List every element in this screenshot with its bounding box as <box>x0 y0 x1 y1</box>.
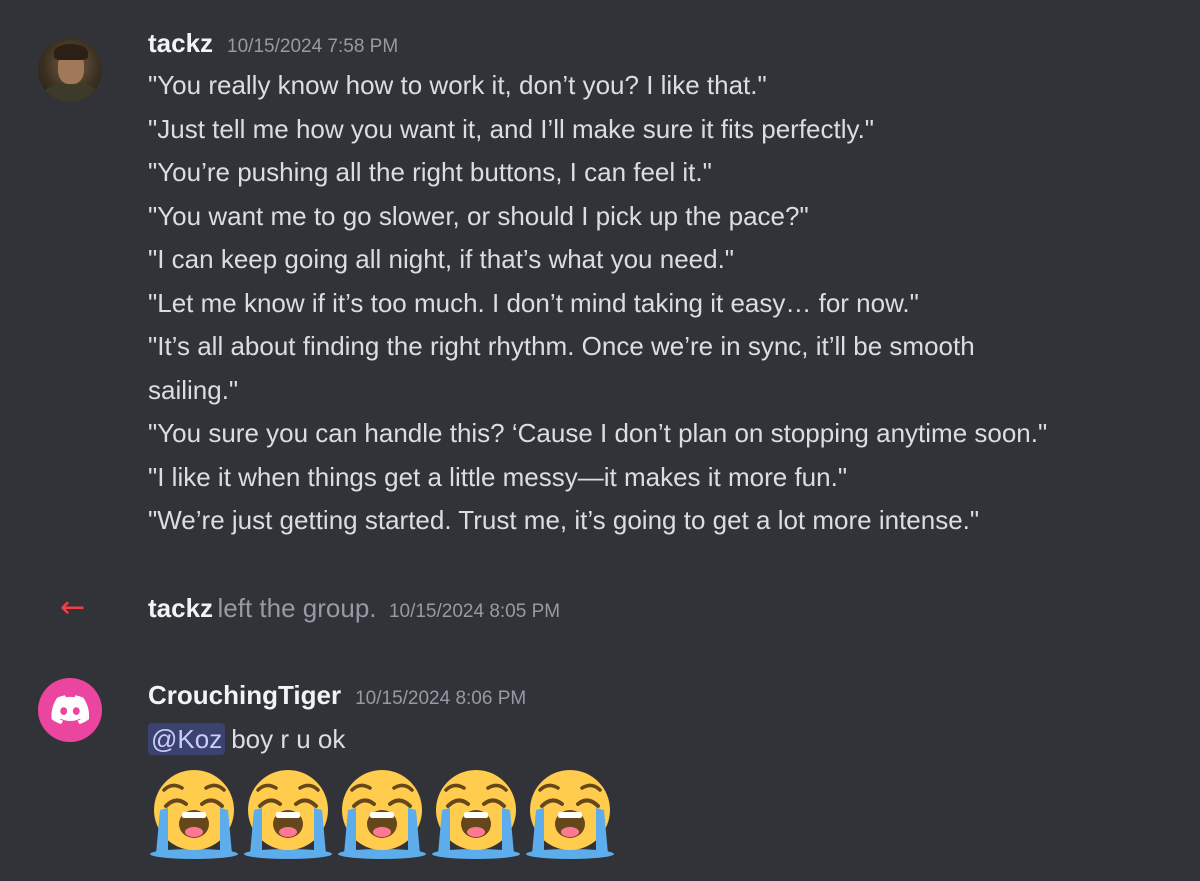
message-content: "You really know how to work it, don’t y… <box>148 64 1178 543</box>
username[interactable]: CrouchingTiger <box>148 680 341 711</box>
message-content: @Koz boy r u ok <box>148 718 345 760</box>
avatar-shoulders <box>42 82 100 102</box>
discord-logo-avatar[interactable] <box>38 678 102 742</box>
system-username[interactable]: tackz <box>148 593 213 623</box>
emoji-row <box>148 766 616 860</box>
loudly-crying-face-icon[interactable] <box>242 766 334 860</box>
system-timestamp[interactable]: 10/15/2024 8:05 PM <box>389 601 560 622</box>
message-line: "You sure you can handle this? ‘Cause I … <box>148 418 1048 448</box>
message-line: "Let me know if it’s too much. I don’t m… <box>148 287 919 318</box>
message-line: "I can keep going all night, if that’s w… <box>148 244 735 274</box>
arrow-left-icon: ← <box>60 590 86 625</box>
message-timestamp[interactable]: 10/15/2024 8:06 PM <box>355 688 526 710</box>
message-line: "You want me to go slower, or should I p… <box>148 200 809 231</box>
message-timestamp[interactable]: 10/15/2024 7:58 PM <box>227 36 398 58</box>
loudly-crying-face-icon[interactable] <box>430 766 522 860</box>
avatar-hair <box>54 44 88 60</box>
system-message-body: left the group. <box>217 593 377 623</box>
message-text: boy r u ok <box>231 724 346 754</box>
message-line: "You really know how to work it, don’t y… <box>148 70 767 100</box>
system-message-text: tackz left the group. 10/15/2024 8:05 PM <box>148 590 560 631</box>
message-line: "Just tell me how you want it, and I’ll … <box>148 113 875 144</box>
loudly-crying-face-icon[interactable] <box>336 766 428 860</box>
username[interactable]: tackz <box>148 28 213 59</box>
user-mention[interactable]: @Koz <box>148 723 226 755</box>
message-line: "It’s all about finding the right rhythm… <box>148 331 975 361</box>
message-line: sailing." <box>148 374 239 405</box>
message-line: "I like it when things get a little mess… <box>148 461 848 492</box>
system-message-left-group: ← tackz left the group. 10/15/2024 8:05 … <box>0 590 1200 626</box>
message-header: tackz 10/15/2024 7:58 PM <box>148 28 398 59</box>
loudly-crying-face-icon[interactable] <box>148 766 240 860</box>
discord-logo-icon <box>51 695 89 725</box>
user-avatar[interactable] <box>38 38 102 102</box>
message-header: CrouchingTiger 10/15/2024 8:06 PM <box>148 680 526 711</box>
message-line: "You’re pushing all the right buttons, I… <box>148 157 712 187</box>
message-line: "We’re just getting started. Trust me, i… <box>148 505 980 535</box>
loudly-crying-face-icon[interactable] <box>524 766 616 860</box>
